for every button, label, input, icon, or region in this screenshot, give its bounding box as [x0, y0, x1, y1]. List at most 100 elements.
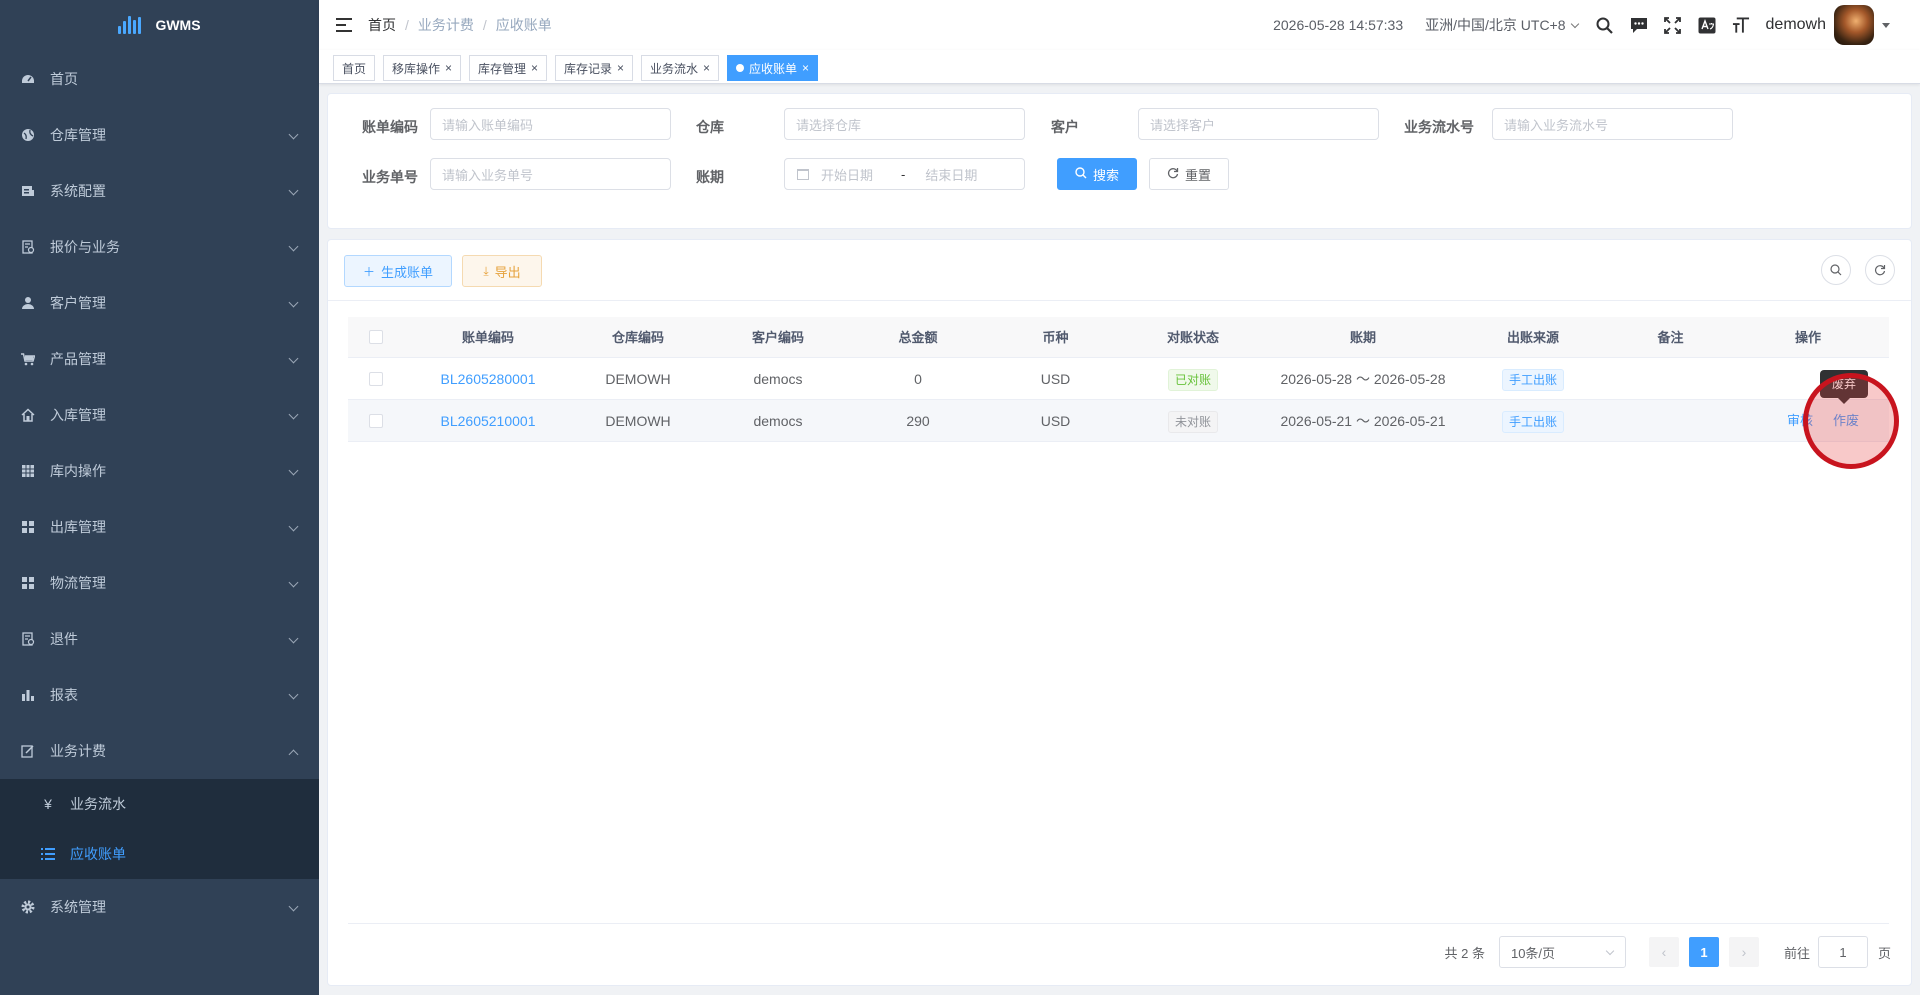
sidebar-item-label: 出库管理 — [50, 519, 106, 535]
tag-inventory-records[interactable]: 库存记录 × — [555, 55, 634, 81]
logo[interactable]: GWMS — [0, 0, 319, 50]
start-date-input[interactable]: 开始日期 — [821, 165, 891, 184]
close-icon[interactable]: × — [703, 61, 710, 75]
sidebar-subitem-receivable-bills[interactable]: 应收账单 — [0, 829, 319, 879]
row-checkbox[interactable] — [369, 372, 383, 386]
sidebar-subitem-business-flow[interactable]: ¥ 业务流水 — [0, 779, 319, 829]
sidebar-item-reports[interactable]: 报表 — [0, 667, 319, 723]
row-checkbox[interactable] — [369, 414, 383, 428]
next-page-button[interactable]: › — [1728, 937, 1759, 967]
goto-page-input[interactable]: 1 — [1817, 936, 1868, 968]
hamburger-icon[interactable] — [336, 18, 352, 32]
page-size-select[interactable]: 10条/页 — [1498, 936, 1626, 968]
search-icon[interactable] — [1596, 16, 1614, 34]
export-button[interactable]: ⤓ 导出 — [462, 255, 542, 287]
breadcrumb: 首页 / 业务计费 / 应收账单 — [368, 15, 552, 35]
generate-bill-button[interactable]: ＋ 生成账单 — [344, 255, 452, 287]
tag-business-flow[interactable]: 业务流水 × — [641, 55, 720, 81]
customer-select[interactable]: 请选择客户 — [1138, 108, 1379, 140]
select-all-checkbox[interactable] — [369, 330, 383, 344]
table-row[interactable]: BL2605280001 DEMOWH democs 0 USD 已对账 202… — [348, 358, 1889, 400]
sidebar-item-label: 物流管理 — [50, 575, 106, 591]
bill-code-link[interactable]: BL2605280001 — [408, 358, 568, 400]
refresh-table-button[interactable] — [1865, 255, 1895, 285]
sidebar-item-label: 系统配置 — [50, 183, 106, 199]
chevron-down-icon — [288, 129, 299, 140]
remark — [1603, 400, 1738, 442]
sidebar-item-system-config[interactable]: 系统配置 — [0, 163, 319, 219]
breadcrumb-billing[interactable]: 业务计费 — [418, 15, 474, 35]
breadcrumb-home[interactable]: 首页 — [368, 15, 396, 35]
sidebar-item-inventory-ops[interactable]: 库内操作 — [0, 443, 319, 499]
sidebar-item-billing[interactable]: 业务计费 — [0, 723, 319, 779]
click-marker — [1803, 373, 1899, 469]
column-header: 对账状态 — [1166, 330, 1219, 345]
prev-page-button[interactable]: ‹ — [1648, 937, 1679, 967]
bill-table-card: ＋ 生成账单 ⤓ 导出 账单编码 仓库编码 客户编码 总金额 币种 对账状态 账… — [327, 239, 1912, 986]
sidebar-item-home[interactable]: 首页 — [0, 51, 319, 107]
customer-code: democs — [753, 371, 803, 387]
bill-table: 账单编码 仓库编码 客户编码 总金额 币种 对账状态 账期 出账来源 备注 操作… — [348, 317, 1889, 442]
tag-inventory[interactable]: 库存管理 × — [469, 55, 548, 81]
biz-no-label: 业务单号 — [362, 169, 418, 185]
user-icon — [20, 295, 36, 311]
sidebar-item-logistics[interactable]: 物流管理 — [0, 555, 319, 611]
sidebar-subitem-label: 应收账单 — [70, 846, 126, 862]
flow-no-input[interactable]: 请输入业务流水号 — [1492, 108, 1733, 140]
page-number-button[interactable]: 1 — [1688, 937, 1719, 967]
period-date-range[interactable]: 开始日期 - 结束日期 — [784, 158, 1025, 190]
home-icon — [20, 407, 36, 423]
sidebar-item-quote[interactable]: 报价与业务 — [0, 219, 319, 275]
toggle-search-button[interactable] — [1821, 255, 1851, 285]
sidebar-item-system-admin[interactable]: 系统管理 — [0, 879, 319, 935]
sidebar-item-inbound[interactable]: 入库管理 — [0, 387, 319, 443]
column-header: 备注 — [1657, 330, 1684, 345]
bill-code-link[interactable]: BL2605210001 — [408, 400, 568, 442]
table-row[interactable]: BL2605210001 DEMOWH democs 290 USD 未对账 2… — [348, 400, 1889, 442]
calendar-icon — [797, 168, 809, 180]
grid-icon — [20, 519, 36, 535]
remark — [1603, 358, 1738, 400]
chevron-down-icon — [288, 409, 299, 420]
tag-home[interactable]: 首页 — [333, 55, 376, 81]
fullscreen-icon[interactable] — [1664, 16, 1682, 34]
currency: USD — [1040, 413, 1071, 429]
message-icon[interactable] — [1630, 16, 1648, 34]
tag-move-stock[interactable]: 移库操作 × — [383, 55, 462, 81]
config-icon — [20, 183, 36, 199]
bill-period: 2026-05-21 ～ 2026-05-21 — [1280, 413, 1446, 429]
breadcrumb-current: 应收账单 — [495, 17, 552, 33]
warehouse-code: DEMOWH — [605, 371, 671, 387]
tag-receivable-bills[interactable]: 应收账单 × — [727, 55, 819, 81]
sidebar-item-returns[interactable]: 退件 — [0, 611, 319, 667]
translate-icon[interactable] — [1698, 16, 1716, 34]
close-icon[interactable]: × — [617, 61, 624, 75]
search-button[interactable]: 搜索 — [1057, 158, 1137, 190]
font-size-icon[interactable] — [1732, 16, 1750, 34]
chevron-down-icon — [288, 577, 299, 588]
sidebar: GWMS 首页 仓库管理 系统配置 报价与业务 客户管理 产品管理 入库管理 库… — [0, 0, 319, 995]
navbar-right-menu: 2026-05-28 14:57:33 亚洲/中国/北京 UTC+8 demow… — [1273, 0, 1920, 50]
sidebar-item-label: 产品管理 — [50, 351, 106, 367]
close-icon[interactable]: × — [445, 61, 452, 75]
sidebar-item-warehouse[interactable]: 仓库管理 — [0, 107, 319, 163]
customer-label: 客户 — [1051, 119, 1079, 135]
caret-down-icon[interactable] — [1882, 22, 1890, 28]
avatar[interactable] — [1834, 5, 1874, 45]
chevron-down-icon — [288, 353, 299, 364]
gear-icon — [20, 899, 36, 915]
timezone-select[interactable]: 亚洲/中国/北京 UTC+8 — [1425, 15, 1579, 35]
column-header: 客户编码 — [751, 330, 804, 345]
sidebar-item-customer[interactable]: 客户管理 — [0, 275, 319, 331]
reset-button[interactable]: 重置 — [1149, 158, 1229, 190]
warehouse-select[interactable]: 请选择仓库 — [784, 108, 1025, 140]
end-date-input[interactable]: 结束日期 — [925, 165, 977, 184]
close-icon[interactable]: × — [802, 61, 809, 75]
username[interactable]: demowh — [1766, 16, 1826, 34]
close-icon[interactable]: × — [531, 61, 538, 75]
sidebar-item-product[interactable]: 产品管理 — [0, 331, 319, 387]
sidebar-item-outbound[interactable]: 出库管理 — [0, 499, 319, 555]
column-header: 账单编码 — [461, 330, 514, 345]
column-header: 币种 — [1042, 330, 1069, 345]
sidebar-item-label: 首页 — [50, 71, 78, 87]
